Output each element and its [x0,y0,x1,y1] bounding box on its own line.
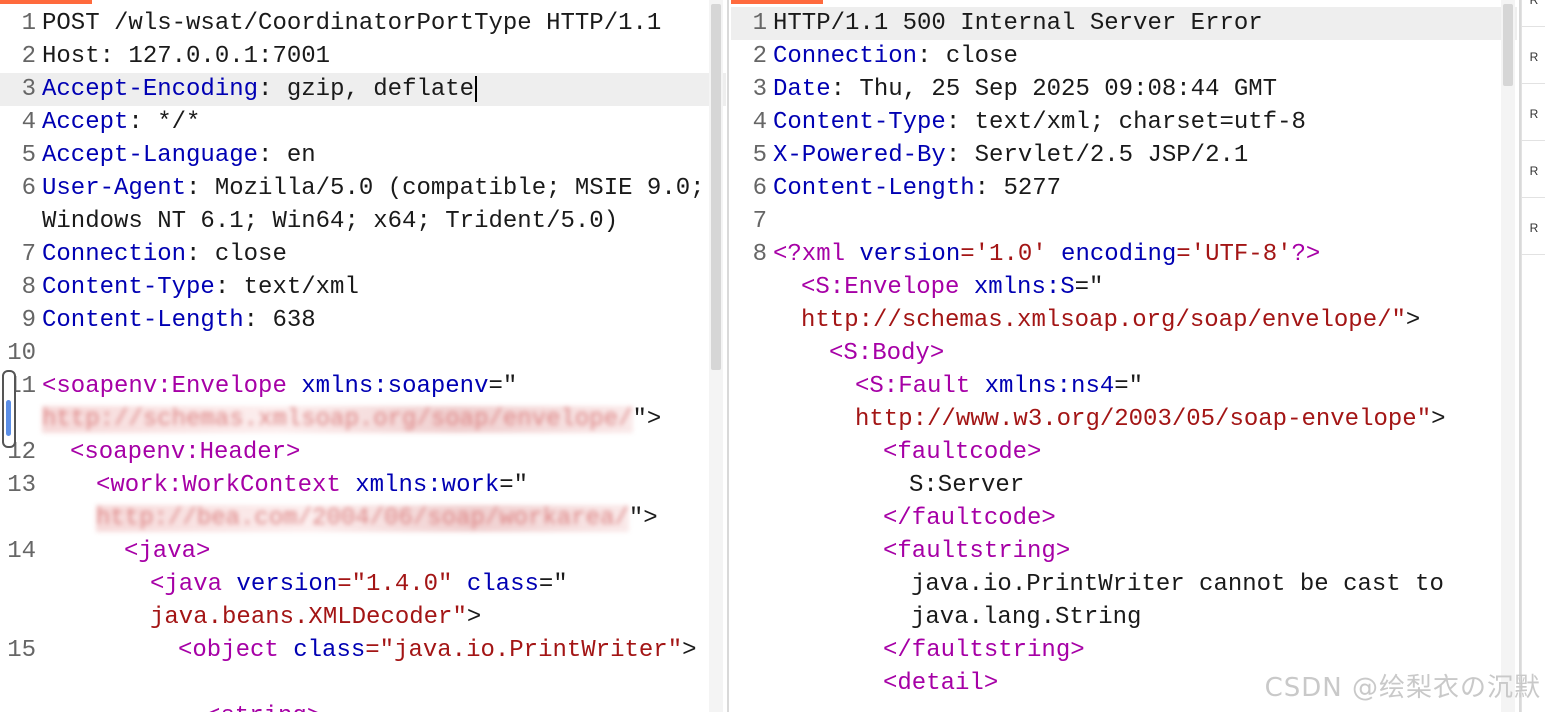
request-line-14-c: java.beans.XMLDecoder"> [150,604,482,631]
request-line-2: 2 Host: 127.0.0.1:7001 [21,43,331,70]
response-editor[interactable]: 1 HTTP/1.1 500 Internal Server Error 2 Con… [731,0,1517,712]
request-line-6-wrap: Windows NT 6.1; Win64; x64; Trident/5.0) [42,208,619,235]
response-fault-url: http://www.w3.org/2003/05/soap-envelope"… [855,406,1446,433]
request-line-15: 15 <object class="java.io.PrintWriter"> [7,637,697,664]
side-tab[interactable]: R [1522,31,1545,84]
request-start-line: POST /wls-wsat/CoordinatorPortType HTTP/… [42,10,662,37]
request-line-11-wrap: http://schemas.xmlsoap.org/soap/envelope… [42,406,662,433]
request-line-1: 1 POST /wls-wsat/CoordinatorPortType HTTP… [0,7,726,40]
request-scrollbar[interactable] [709,0,723,712]
text-cursor [475,75,478,102]
response-tab-indicator [731,0,823,4]
request-line-4: 4 Accept: */* [21,109,201,136]
request-line-10: 10 [7,340,36,367]
request-line-9: 9 Content-Length: 638 [21,307,316,334]
response-faultstring-close: </faultstring> [883,637,1085,664]
response-line-7: 7 [752,208,767,235]
side-tab[interactable]: R [1522,88,1545,141]
request-line-16: <string> [0,700,726,712]
request-line-13: 13 <work:WorkContext xmlns:work=" [7,472,529,499]
response-line-4: 4 Content-Type: text/xml; charset=utf-8 [752,109,1306,136]
response-line-8: 8 <?xml version='1.0' encoding='UTF-8'?> [752,241,1321,268]
response-faultcode-value: S:Server [909,472,1025,499]
redacted-url: http://bea.com/2004/06/soap/workarea/ [96,505,629,532]
redacted-url: http://schemas.xmlsoap.org/soap/envelope… [42,406,633,433]
request-line-12: 12 <soapenv:Header> [7,439,301,466]
request-line-14-b: <java version="1.4.0" class=" [150,571,568,598]
request-line-8: 8 Content-Type: text/xml [21,274,359,301]
response-envelope-url: http://schemas.xmlsoap.org/soap/envelope… [801,307,1421,334]
request-line-14: 14 <java> [7,538,211,565]
side-tab[interactable]: R [1522,0,1545,27]
watermark: CSDN @绘梨衣の沉默 [1264,673,1541,703]
response-faultstring-value-2: java.lang.String [911,604,1142,631]
response-faultcode-close: </faultcode> [883,505,1056,532]
response-line-1: 1 HTTP/1.1 500 Internal Server Error [731,7,1517,40]
response-line-6: 6 Content-Length: 5277 [752,175,1062,202]
side-tab[interactable]: R [1522,202,1545,255]
search-match-marker[interactable] [2,370,16,448]
response-faultstring-value: java.io.PrintWriter cannot be cast to [911,571,1444,598]
response-envelope: <S:Envelope xmlns:S=" [801,274,1104,301]
side-tab[interactable]: R [1522,145,1545,198]
response-scrollbar-thumb[interactable] [1503,4,1513,86]
request-line-13-wrap: http://bea.com/2004/06/soap/workarea/"> [96,505,658,532]
response-line-2: 2 Connection: close [752,43,1018,70]
request-line-5: 5 Accept-Language: en [21,142,316,169]
response-faultcode-open: <faultcode> [883,439,1042,466]
request-line-6: 6 User-Agent: Mozilla/5.0 (compatible; MS… [21,175,705,202]
request-tab-indicator [0,0,92,4]
response-body: <S:Body> [829,340,945,367]
request-line-7: 7 Connection: close [21,241,287,268]
side-panel-strip: R R R R R [1521,0,1545,712]
request-editor[interactable]: 1 POST /wls-wsat/CoordinatorPortType HTTP… [0,0,726,712]
request-scrollbar-thumb[interactable] [711,4,721,370]
response-line-5: 5 X-Powered-By: Servlet/2.5 JSP/2.1 [752,142,1249,169]
response-status-line: HTTP/1.1 500 Internal Server Error [773,10,1263,37]
response-faultstring-open: <faultstring> [883,538,1071,565]
response-scrollbar[interactable] [1501,0,1515,712]
request-line-3: 3 Accept-Encoding: gzip, deflate [0,73,726,106]
pane-divider[interactable] [727,0,729,712]
response-line-3: 3 Date: Thu, 25 Sep 2025 09:08:44 GMT [752,76,1278,103]
request-line-11: 11 <soapenv:Envelope xmlns:soapenv=" [7,373,518,400]
response-fault: <S:Fault xmlns:ns4=" [855,373,1144,400]
